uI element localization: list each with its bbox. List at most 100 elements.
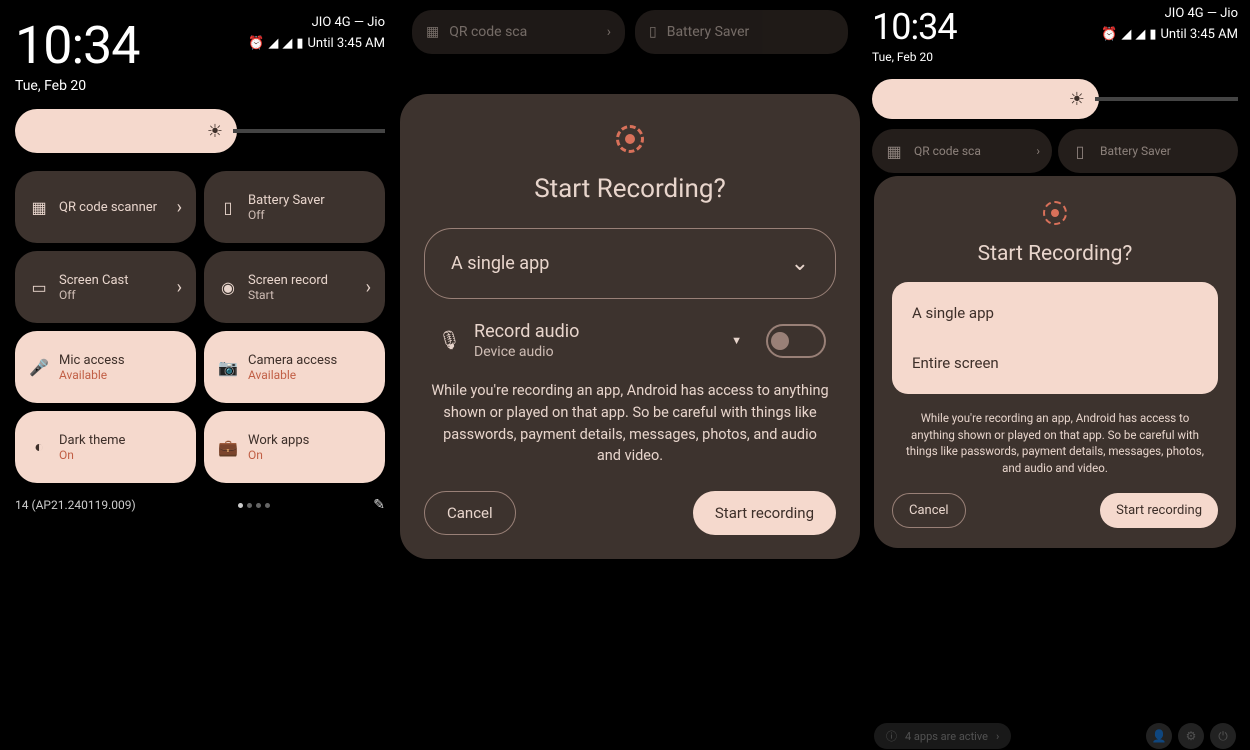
brightness-slider[interactable]: ☀ [15,109,385,153]
bottom-bar: ⓘ 4 apps are active › 👤 ⚙ ⏻ [860,722,1250,750]
dialog-title: Start Recording? [424,174,836,204]
scope-select-value: A single app [451,253,549,274]
battery-icon: ▮ [1149,27,1156,42]
mic-icon: 🎤 [29,357,49,377]
tile-qr-scanner[interactable]: ▦ QR code scanner › [15,171,196,243]
info-icon: ⓘ [886,728,897,744]
qs-tiles-bg: ▦ QR code sca › ▯ Battery Saver [872,129,1238,173]
status-right: JIO 4G — Jio ⏰ ◢ ◢ ▮ Until 3:45 AM [248,15,385,51]
dialog-buttons: Cancel Start recording [424,491,836,535]
time-block: 10:34 Tue, Feb 20 [15,15,140,94]
chevron-down-icon: ⌄ [791,251,809,276]
partial-battery-tile: ▯ Battery Saver [635,10,848,54]
page-dots [238,503,270,508]
status-icons: ⏰ ◢ ◢ ▮ Until 3:45 AM [1101,27,1238,42]
carrier-label: JIO 4G — Jio [312,15,385,30]
tile-battery-saver[interactable]: ▯ Battery SaverOff [204,171,385,243]
edit-icon[interactable]: ✎ [373,497,385,513]
start-recording-button[interactable]: Start recording [693,491,836,535]
brightness-icon: ☀ [1069,89,1085,110]
dark-icon: ◐ [29,437,49,457]
mic-icon: 🎙 [438,330,460,351]
brightness-fill: ☀ [872,79,1099,119]
carrier-label: JIO 4G — Jio [1165,6,1238,21]
partial-qr-tile: ▦ QR code sca › [872,129,1052,173]
brightness-icon: ☀ [207,121,223,142]
user-icon[interactable]: 👤 [1146,723,1172,749]
wifi-icon: ◢ [268,36,278,51]
bottom-actions: 👤 ⚙ ⏻ [1146,723,1236,749]
clock-date: Tue, Feb 20 [872,50,957,64]
camera-icon: 📷 [218,357,238,377]
audio-title: Record audio [474,321,717,342]
privacy-warning: While you're recording an app, Android h… [892,410,1218,477]
record-dialog-icon [1040,198,1070,228]
dropdown-icon[interactable]: ▼ [731,334,742,347]
signal-icon: ◢ [282,36,292,51]
status-bar: 10:34 Tue, Feb 20 JIO 4G — Jio ⏰ ◢ ◢ ▮ U… [872,0,1238,64]
brightness-slider[interactable]: ☀ [872,79,1238,119]
wifi-icon: ◢ [1121,27,1131,42]
status-right: JIO 4G — Jio ⏰ ◢ ◢ ▮ Until 3:45 AM [1101,6,1238,42]
start-recording-dialog: Start Recording? A single app ⌄ 🎙 Record… [400,94,860,559]
dialog-title: Start Recording? [892,242,1218,266]
record-icon: ◉ [218,277,238,297]
tile-work-apps[interactable]: 💼 Work appsOn [204,411,385,483]
chevron-right-icon: › [366,277,371,298]
cancel-button[interactable]: Cancel [424,491,516,535]
start-recording-dialog: Start Recording? A single app Entire scr… [874,176,1236,548]
battery-saver-icon: ▯ [218,197,238,217]
tile-camera-access[interactable]: 📷 Camera accessAvailable [204,331,385,403]
option-entire-screen[interactable]: Entire screen [892,338,1218,388]
time-block: 10:34 Tue, Feb 20 [872,6,957,64]
recording-dropdown-panel: 10:34 Tue, Feb 20 JIO 4G — Jio ⏰ ◢ ◢ ▮ U… [860,0,1250,750]
record-dialog-icon [615,124,645,154]
brightness-track [1095,97,1238,101]
battery-icon: ▮ [296,36,303,51]
signal-icon: ◢ [1135,27,1145,42]
option-single-app[interactable]: A single app [892,288,1218,338]
toggle-knob [771,332,789,350]
status-icons: ⏰ ◢ ◢ ▮ Until 3:45 AM [248,36,385,51]
settings-icon[interactable]: ⚙ [1178,723,1204,749]
clock-date: Tue, Feb 20 [15,78,140,94]
qs-footer: 14 (AP21.240119.009) ✎ [15,497,385,513]
status-bar: 10:34 Tue, Feb 20 JIO 4G — Jio ⏰ ◢ ◢ ▮ U… [15,15,385,94]
partial-qr-tile: ▦ QR code sca › [412,10,625,54]
until-label: Until 3:45 AM [307,36,385,51]
active-apps-chip[interactable]: ⓘ 4 apps are active › [874,723,1011,749]
clock-time: 10:34 [872,6,957,48]
brightness-track [233,129,385,133]
tile-mic-access[interactable]: 🎤 Mic accessAvailable [15,331,196,403]
alarm-icon: ⏰ [1101,27,1117,42]
start-recording-button[interactable]: Start recording [1100,493,1218,528]
partial-tiles-bg: ▦ QR code sca › ▯ Battery Saver [400,0,860,54]
cast-icon: ▭ [29,277,49,297]
qr-icon: ▦ [884,141,904,161]
tile-screen-record[interactable]: ◉ Screen recordStart › [204,251,385,323]
qr-icon: ▦ [29,197,49,217]
audio-subtitle: Device audio [474,344,717,360]
brightness-fill: ☀ [15,109,237,153]
chevron-right-icon: › [177,197,182,218]
clock-time: 10:34 [15,15,140,76]
chevron-right-icon: › [177,277,182,298]
cancel-button[interactable]: Cancel [892,493,966,528]
alarm-icon: ⏰ [248,36,264,51]
audio-toggle[interactable] [766,324,826,358]
build-number: 14 (AP21.240119.009) [15,498,136,512]
dialog-buttons: Cancel Start recording [892,493,1218,528]
battery-icon: ▯ [1070,141,1090,161]
qr-icon: ▦ [426,24,439,40]
privacy-warning: While you're recording an app, Android h… [424,380,836,467]
until-label: Until 3:45 AM [1160,27,1238,42]
quick-settings-panel: 10:34 Tue, Feb 20 JIO 4G — Jio ⏰ ◢ ◢ ▮ U… [0,0,400,750]
chevron-right-icon: › [996,730,999,743]
scope-select[interactable]: A single app ⌄ [424,228,836,299]
tile-dark-theme[interactable]: ◐ Dark themeOn [15,411,196,483]
qs-tiles: ▦ QR code scanner › ▯ Battery SaverOff ▭… [15,171,385,483]
record-audio-row: 🎙 Record audio Device audio ▼ [424,321,836,360]
work-icon: 💼 [218,437,238,457]
power-icon[interactable]: ⏻ [1210,723,1236,749]
tile-screen-cast[interactable]: ▭ Screen CastOff › [15,251,196,323]
